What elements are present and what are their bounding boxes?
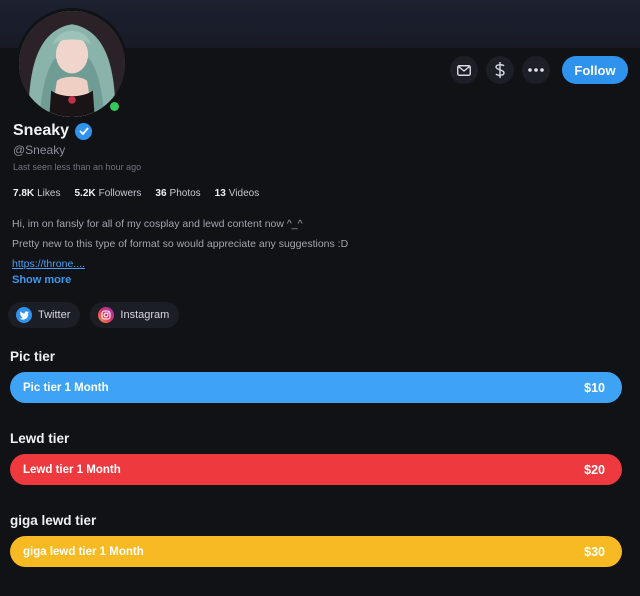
follow-button[interactable]: Follow [562,56,628,84]
tier-heading: Lewd tier [10,431,70,446]
tier-label: giga lewd tier 1 Month [23,545,144,558]
bio-line: Pretty new to this type of format so wou… [12,238,349,250]
stat-photos[interactable]: 36 Photos [155,188,200,199]
social-label: Twitter [38,309,71,321]
tier-heading: giga lewd tier [10,513,97,528]
message-button[interactable] [450,56,478,84]
stat-value: 7.8K [13,188,35,199]
subscribe-tier-button[interactable]: Lewd tier 1 Month $20 [10,454,622,485]
profile-page: Follow Sneaky @Sneaky Last seen less tha… [0,0,640,596]
tier-price: $10 [584,380,605,395]
stat-value: 13 [214,188,226,199]
stat-value: 5.2K [74,188,96,199]
more-dots-icon [528,68,544,72]
mail-icon [457,64,471,76]
stat-followers: 5.2K Followers [74,188,141,199]
bio-line: Hi, im on fansly for all of my cosplay a… [12,218,303,230]
bio-link[interactable]: https://throne.... [12,254,348,274]
tier-price: $30 [584,544,605,559]
stat-label: Likes [37,188,61,199]
display-name: Sneaky [13,122,70,139]
tier-label: Lewd tier 1 Month [23,463,121,476]
stat-label: Followers [98,188,142,199]
social-label: Instagram [120,309,170,321]
profile-stats: 7.8K Likes 5.2K Followers 36 Photos 13 Video… [13,188,259,199]
subscribe-tier-button[interactable]: giga lewd tier 1 Month $30 [10,536,622,567]
last-seen-text: Last seen less than an hour ago [13,162,142,172]
tier-label: Pic tier 1 Month [23,381,109,394]
subscribe-tier-button[interactable]: Pic tier 1 Month $10 [10,372,622,403]
profile-bio: Hi, im on fansly for all of my cosplay a… [12,214,348,274]
stat-value: 36 [155,188,167,199]
twitter-icon [16,307,32,323]
tier-heading: Pic tier [10,349,56,364]
twitter-link[interactable]: Twitter [8,302,81,328]
instagram-link[interactable]: Instagram [90,302,180,328]
social-links: Twitter Instagram [8,302,180,328]
username-handle: @Sneaky [13,143,66,157]
stat-likes: 7.8K Likes [13,188,60,199]
online-status-dot [108,100,121,113]
tier-price: $20 [584,462,605,477]
verified-badge-icon [75,122,93,140]
profile-actions: Follow [450,56,628,84]
tip-button[interactable] [486,56,514,84]
more-options-button[interactable] [522,56,550,84]
stat-videos[interactable]: 13 Videos [215,188,260,199]
stat-label: Videos [228,188,260,199]
show-more-link[interactable]: Show more [12,274,71,286]
stat-label: Photos [169,188,201,199]
display-name-row: Sneaky [13,122,93,140]
instagram-icon [98,307,115,323]
dollar-icon [495,62,505,78]
